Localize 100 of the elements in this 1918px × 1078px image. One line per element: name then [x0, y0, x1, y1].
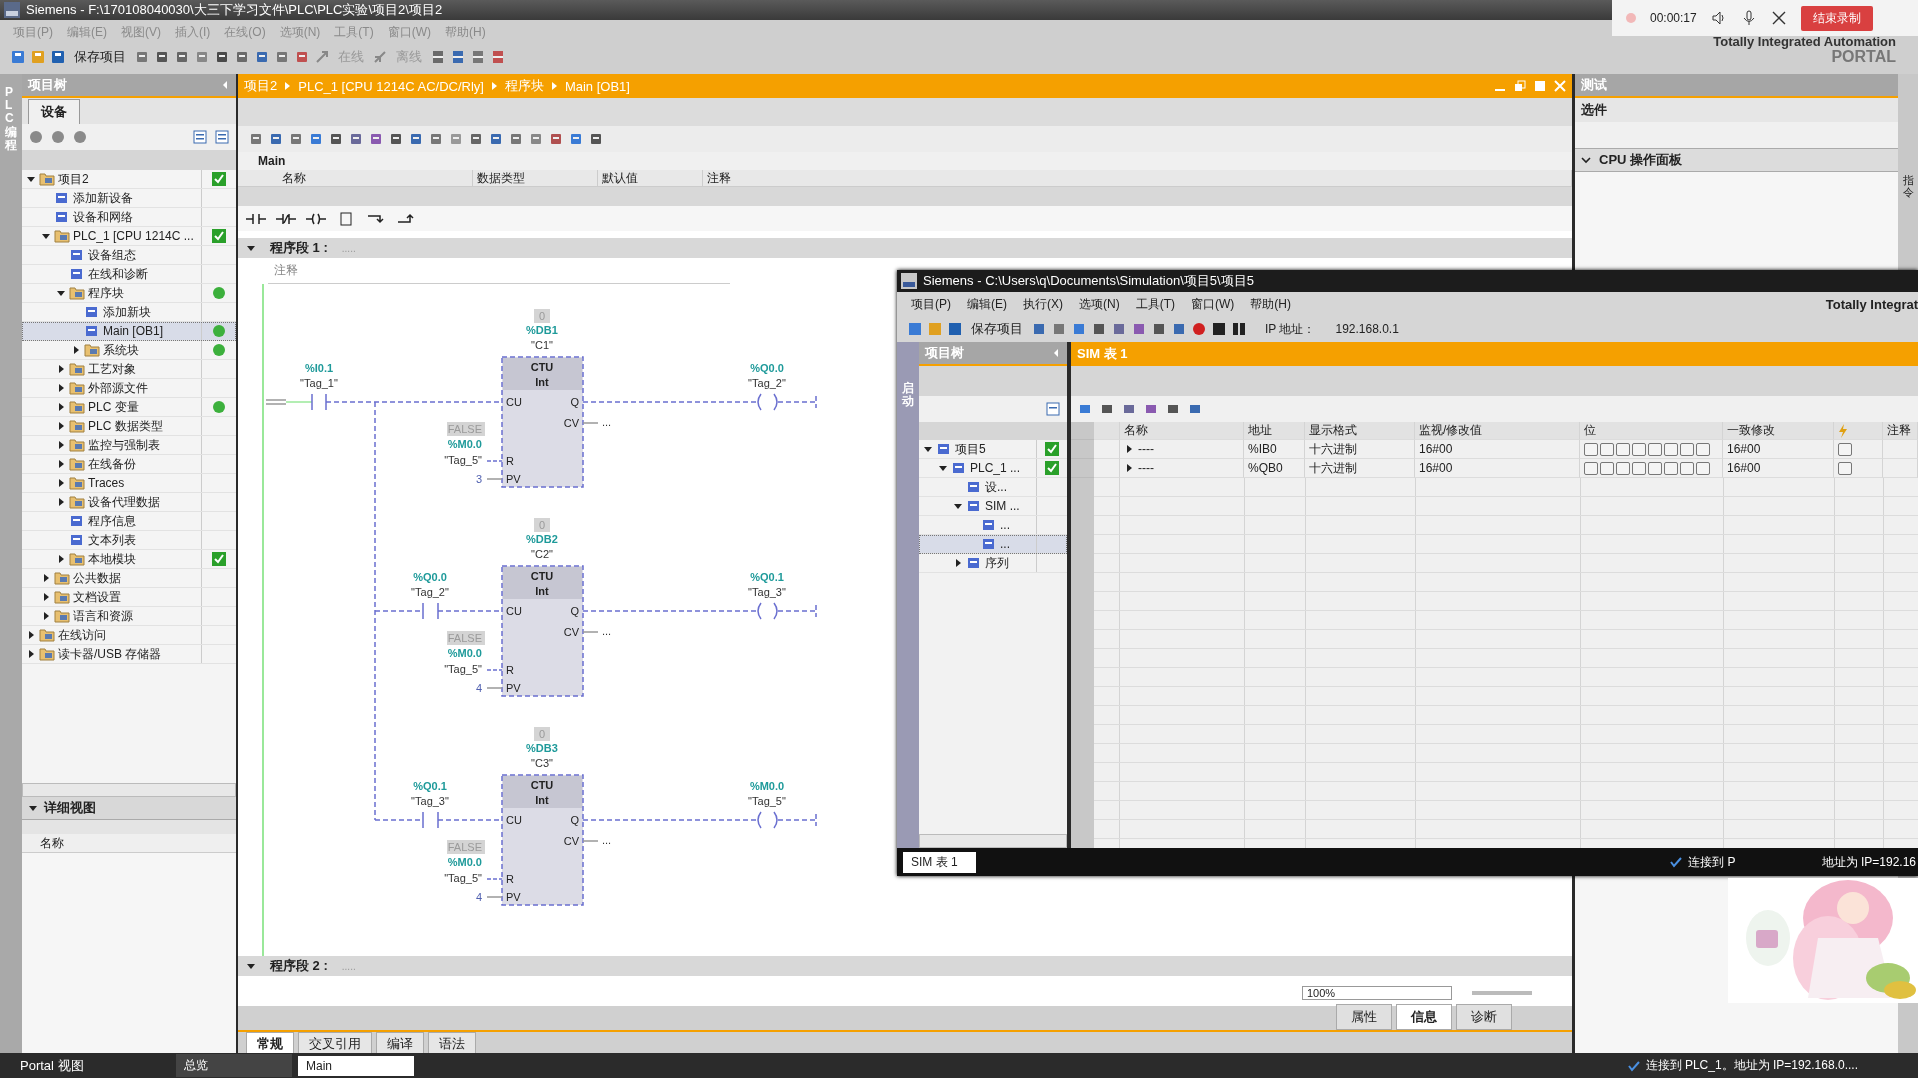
bit-checkbox[interactable] — [1648, 461, 1662, 475]
table-cell[interactable]: 16#00 — [1415, 440, 1580, 459]
toolbar-icon[interactable] — [1091, 321, 1107, 337]
tree-item[interactable]: 文本列表 — [22, 531, 236, 550]
section-header[interactable]: CPU 操作面板 — [1575, 148, 1898, 172]
trigger-checkbox[interactable] — [1838, 442, 1852, 456]
tree-item[interactable]: 程序信息 — [22, 512, 236, 531]
tree-item[interactable]: 在线备份 — [22, 455, 236, 474]
bit-checkbox[interactable] — [1680, 461, 1694, 475]
tree-item[interactable]: Traces — [22, 474, 236, 493]
expand-toggle-icon[interactable] — [71, 345, 81, 355]
toolbar-icon[interactable] — [134, 49, 150, 65]
portal-view-button[interactable]: Portal 视图 — [20, 1056, 170, 1075]
tree-item[interactable]: 设... — [919, 478, 1067, 497]
tree-item[interactable]: 项目5 — [919, 440, 1067, 459]
bit-checkbox[interactable] — [1616, 442, 1630, 456]
toolbar-icon[interactable] — [488, 131, 504, 147]
comment-field[interactable]: 注释 — [268, 258, 730, 284]
toolbar-icon[interactable] — [450, 49, 466, 65]
scrollbar[interactable] — [22, 783, 236, 797]
bit-checkbox[interactable] — [1584, 461, 1598, 475]
stop-icon[interactable] — [1211, 321, 1227, 337]
tree-item[interactable]: 文档设置 — [22, 588, 236, 607]
coil-symbol[interactable] — [757, 393, 778, 411]
zoom-dropdown[interactable]: 100% — [1302, 986, 1452, 1000]
toolbar-icon[interactable] — [508, 131, 524, 147]
menu-item[interactable]: 帮助(H) — [1242, 295, 1299, 313]
toolbar-icon[interactable] — [430, 49, 446, 65]
tree-item[interactable]: PLC 数据类型 — [22, 417, 236, 436]
inspector-subtab[interactable]: 交叉引用 — [298, 1032, 372, 1056]
expand-toggle-icon[interactable] — [56, 383, 66, 393]
bit-checkbox[interactable] — [1632, 461, 1646, 475]
toolbar-icon[interactable] — [154, 49, 170, 65]
bit-checkbox[interactable] — [1600, 442, 1614, 456]
toolbar-icon[interactable] — [1151, 321, 1167, 337]
expand-toggle-icon[interactable] — [56, 402, 66, 412]
bit-checkbox[interactable] — [1696, 442, 1710, 456]
coil-icon[interactable] — [306, 211, 326, 226]
tree-item[interactable]: 监控与强制表 — [22, 436, 236, 455]
expand-toggle-icon[interactable] — [938, 463, 948, 473]
toolbar-icon[interactable] — [368, 131, 384, 147]
menu-item[interactable]: 窗口(W) — [1183, 295, 1243, 313]
toolbar-icon[interactable] — [490, 49, 506, 65]
speaker-icon[interactable] — [1710, 10, 1727, 26]
expand-toggle-icon[interactable] — [56, 554, 66, 564]
toolbar-icon[interactable] — [294, 49, 310, 65]
tree-item[interactable]: PLC 变量 — [22, 398, 236, 417]
menu-item[interactable]: 工具(T) — [1127, 295, 1183, 313]
table-tab[interactable]: SIM 表 1 — [903, 851, 976, 873]
expand-toggle-icon[interactable] — [1124, 444, 1134, 454]
tree-item[interactable]: 序列 — [919, 554, 1067, 573]
toolbar-icon[interactable] — [947, 321, 963, 337]
expand-toggle-icon[interactable] — [41, 592, 51, 602]
expand-toggle-icon[interactable] — [41, 231, 51, 241]
expand-toggle-icon[interactable] — [56, 497, 66, 507]
toolbar-icon[interactable] — [588, 131, 604, 147]
table-cell[interactable]: 16#00 — [1723, 440, 1834, 459]
toolbar-icon[interactable] — [50, 49, 66, 65]
record-icon[interactable] — [1191, 321, 1207, 337]
toolbar-icon[interactable] — [214, 129, 230, 145]
trigger-checkbox[interactable] — [1838, 461, 1852, 475]
expand-toggle-icon[interactable] — [26, 630, 36, 640]
side-tab[interactable]: 指令 — [1902, 174, 1914, 199]
expand-toggle-icon[interactable] — [56, 440, 66, 450]
stop-recording-button[interactable]: 结束录制 — [1800, 5, 1873, 31]
tree-item[interactable]: 工艺对象 — [22, 360, 236, 379]
toolbar-icon[interactable] — [408, 131, 424, 147]
inspector-subtab[interactable]: 常规 — [246, 1032, 294, 1056]
menu-item[interactable]: 项目(P) — [903, 295, 959, 313]
tree-item[interactable]: PLC_1 ... — [919, 459, 1067, 478]
inspector-tab[interactable]: 信息 — [1396, 1004, 1452, 1030]
expand-toggle-icon[interactable] — [246, 961, 256, 971]
expand-toggle-icon[interactable] — [953, 501, 963, 511]
expand-toggle-icon[interactable] — [56, 459, 66, 469]
tree-item[interactable]: 设备和网络 — [22, 208, 236, 227]
expand-toggle-icon[interactable] — [246, 243, 256, 253]
tree-item[interactable]: 公共数据 — [22, 569, 236, 588]
negated-contact-icon[interactable] — [276, 211, 296, 226]
tree-item[interactable]: 语言和资源 — [22, 607, 236, 626]
toolbar-icon[interactable] — [348, 131, 364, 147]
close-branch-icon[interactable] — [396, 211, 416, 226]
expand-toggle-icon[interactable] — [26, 174, 36, 184]
devices-tab[interactable]: 设备 — [28, 99, 80, 124]
contact-symbol[interactable] — [311, 393, 327, 411]
save-project-button[interactable]: 保存项目 — [967, 320, 1027, 338]
inspector-subtab[interactable]: 语法 — [428, 1032, 476, 1056]
bit-checkbox[interactable] — [1632, 442, 1646, 456]
coil-symbol[interactable] — [757, 811, 778, 829]
tree-item[interactable]: 在线和诊断 — [22, 265, 236, 284]
expand-toggle-icon[interactable] — [56, 288, 66, 298]
toolbar-icon[interactable] — [248, 131, 264, 147]
network-header[interactable]: 程序段 1 : ..... — [238, 238, 1572, 258]
contact-symbol[interactable] — [422, 602, 439, 620]
contact-symbol[interactable] — [422, 811, 439, 829]
tree-item[interactable]: 设备组态 — [22, 246, 236, 265]
expand-toggle-icon[interactable] — [28, 803, 38, 813]
close-icon[interactable] — [1770, 10, 1787, 26]
toolbar-icon[interactable] — [254, 49, 270, 65]
toolbar-icon[interactable] — [470, 49, 486, 65]
bit-checkbox[interactable] — [1584, 442, 1598, 456]
